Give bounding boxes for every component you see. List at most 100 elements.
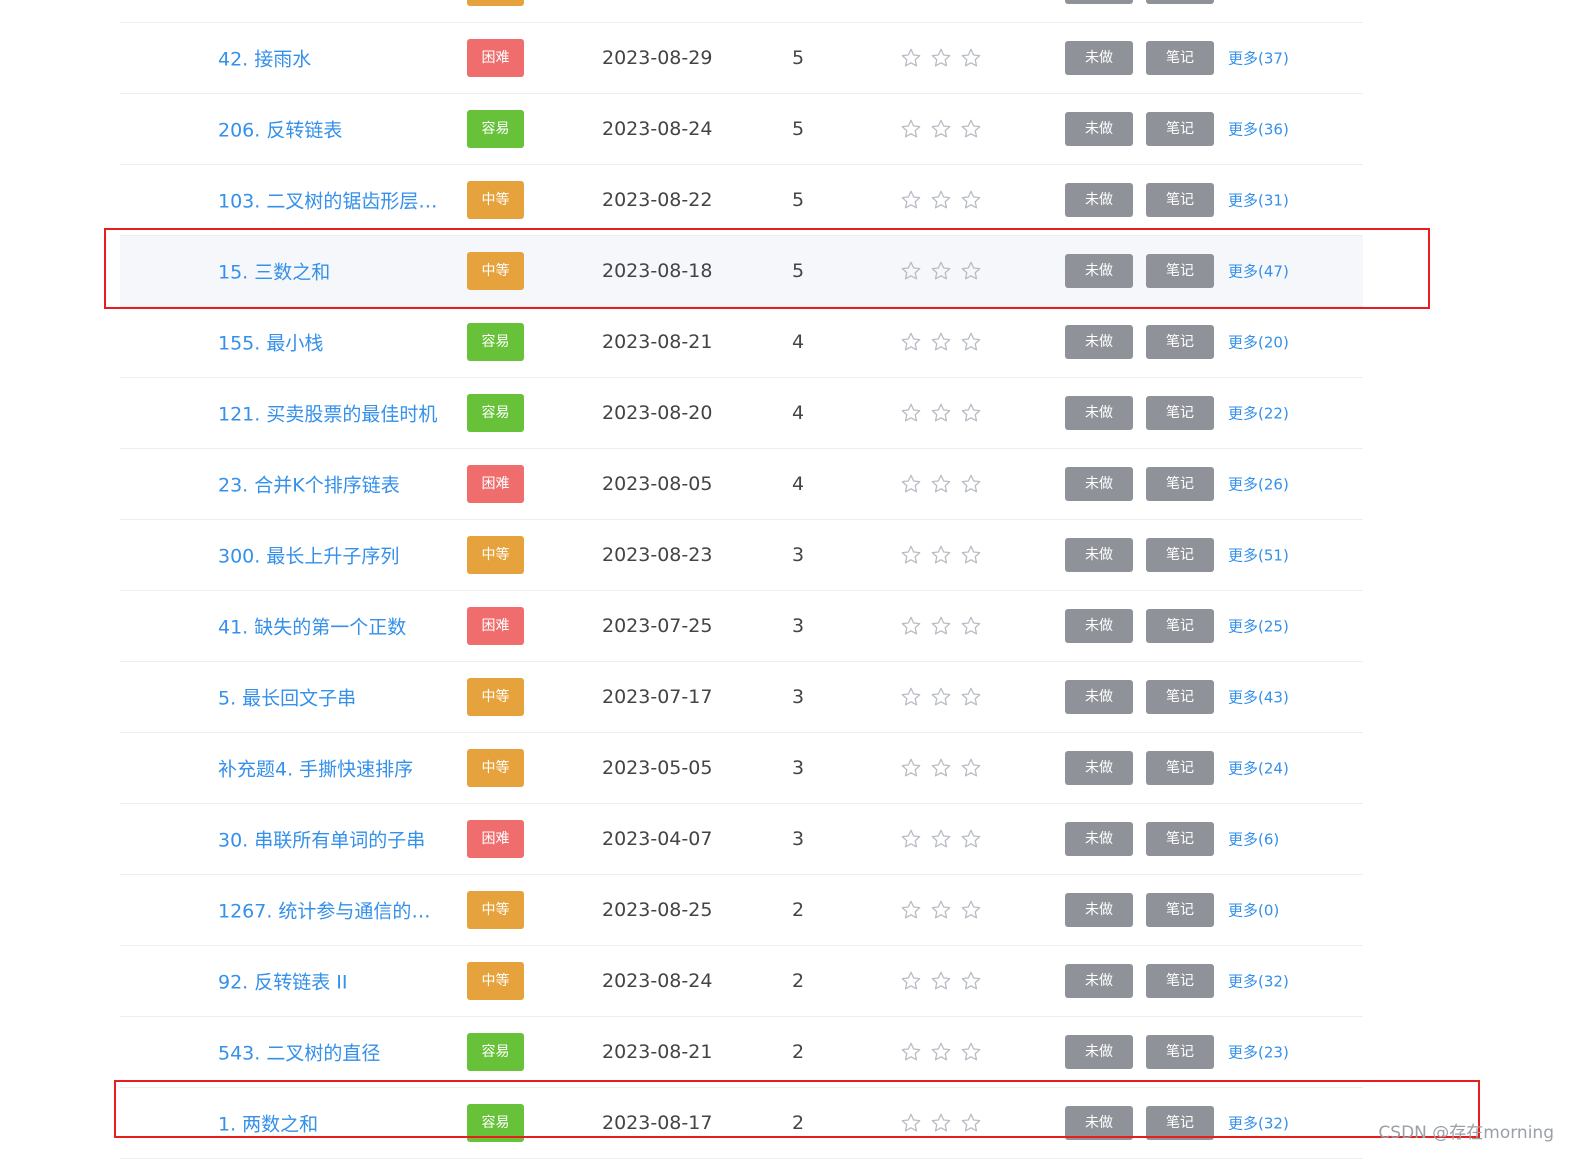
- star-icon[interactable]: [900, 260, 922, 282]
- note-button[interactable]: 笔记: [1146, 325, 1214, 359]
- note-button[interactable]: 笔记: [1146, 396, 1214, 430]
- star-icon[interactable]: [960, 189, 982, 211]
- star-icon[interactable]: [900, 189, 922, 211]
- note-button[interactable]: 笔记: [1146, 751, 1214, 785]
- star-icon[interactable]: [960, 402, 982, 424]
- star-rating[interactable]: [900, 1041, 982, 1063]
- status-button[interactable]: 未做: [1065, 609, 1133, 643]
- star-icon[interactable]: [930, 260, 952, 282]
- note-button[interactable]: 笔记: [1146, 893, 1214, 927]
- star-icon[interactable]: [930, 331, 952, 353]
- more-link[interactable]: 更多(47): [1228, 261, 1289, 282]
- note-button[interactable]: 笔记: [1146, 254, 1214, 288]
- star-icon[interactable]: [960, 899, 982, 921]
- star-rating[interactable]: [900, 615, 982, 637]
- star-rating[interactable]: [900, 757, 982, 779]
- star-rating[interactable]: [900, 970, 982, 992]
- star-icon[interactable]: [960, 260, 982, 282]
- more-link[interactable]: 更多(23): [1228, 1042, 1289, 1063]
- star-icon[interactable]: [900, 686, 922, 708]
- note-button[interactable]: 笔记: [1146, 964, 1214, 998]
- problem-title-link[interactable]: 103. 二叉树的锯齿形层次遍历: [218, 187, 446, 214]
- star-icon[interactable]: [900, 615, 922, 637]
- status-button[interactable]: 未做: [1065, 751, 1133, 785]
- status-button[interactable]: 未做: [1065, 0, 1133, 4]
- star-rating[interactable]: [900, 402, 982, 424]
- star-rating[interactable]: [900, 473, 982, 495]
- star-rating[interactable]: [900, 118, 982, 140]
- star-rating[interactable]: [900, 47, 982, 69]
- problem-title-link[interactable]: 1267. 统计参与通信的服务器: [218, 897, 446, 924]
- more-link[interactable]: 更多(37): [1228, 48, 1289, 69]
- more-link[interactable]: 更多(20): [1228, 332, 1289, 353]
- star-rating[interactable]: [900, 544, 982, 566]
- problem-title-link[interactable]: 23. 合并K个排序链表: [218, 471, 446, 498]
- star-icon[interactable]: [900, 757, 922, 779]
- star-rating[interactable]: [900, 828, 982, 850]
- star-icon[interactable]: [960, 47, 982, 69]
- more-link[interactable]: 更多(6): [1228, 829, 1279, 850]
- star-icon[interactable]: [960, 118, 982, 140]
- star-icon[interactable]: [900, 473, 922, 495]
- star-icon[interactable]: [960, 473, 982, 495]
- problem-title-link[interactable]: 155. 最小栈: [218, 329, 446, 356]
- more-link[interactable]: 更多(32): [1228, 971, 1289, 992]
- note-button[interactable]: 笔记: [1146, 467, 1214, 501]
- status-button[interactable]: 未做: [1065, 1106, 1133, 1140]
- star-rating[interactable]: [900, 899, 982, 921]
- star-icon[interactable]: [960, 331, 982, 353]
- star-icon[interactable]: [960, 1112, 982, 1134]
- status-button[interactable]: 未做: [1065, 893, 1133, 927]
- problem-title-link[interactable]: 206. 反转链表: [218, 116, 446, 143]
- status-button[interactable]: 未做: [1065, 822, 1133, 856]
- status-button[interactable]: 未做: [1065, 964, 1133, 998]
- problem-title-link[interactable]: 5. 最长回文子串: [218, 684, 446, 711]
- problem-title-link[interactable]: 1. 两数之和: [218, 1110, 446, 1137]
- problem-title-link[interactable]: 121. 买卖股票的最佳时机: [218, 400, 446, 427]
- status-button[interactable]: 未做: [1065, 538, 1133, 572]
- note-button[interactable]: 笔记: [1146, 1106, 1214, 1140]
- note-button[interactable]: 笔记: [1146, 680, 1214, 714]
- problem-title-link[interactable]: 15. 三数之和: [218, 258, 446, 285]
- status-button[interactable]: 未做: [1065, 680, 1133, 714]
- star-icon[interactable]: [930, 47, 952, 69]
- note-button[interactable]: 笔记: [1146, 183, 1214, 217]
- star-icon[interactable]: [900, 118, 922, 140]
- note-button[interactable]: 笔记: [1146, 112, 1214, 146]
- star-icon[interactable]: [900, 47, 922, 69]
- note-button[interactable]: 笔记: [1146, 538, 1214, 572]
- status-button[interactable]: 未做: [1065, 396, 1133, 430]
- star-icon[interactable]: [930, 899, 952, 921]
- more-link[interactable]: 更多(51): [1228, 545, 1289, 566]
- star-icon[interactable]: [930, 473, 952, 495]
- more-link[interactable]: 更多(22): [1228, 403, 1289, 424]
- status-button[interactable]: 未做: [1065, 325, 1133, 359]
- more-link[interactable]: 更多(32): [1228, 1113, 1289, 1134]
- star-icon[interactable]: [900, 899, 922, 921]
- note-button[interactable]: 笔记: [1146, 609, 1214, 643]
- star-icon[interactable]: [900, 828, 922, 850]
- star-rating[interactable]: [900, 686, 982, 708]
- more-link[interactable]: 更多(43): [1228, 687, 1289, 708]
- star-icon[interactable]: [930, 615, 952, 637]
- status-button[interactable]: 未做: [1065, 41, 1133, 75]
- more-link[interactable]: 更多(0): [1228, 900, 1279, 921]
- star-icon[interactable]: [930, 1041, 952, 1063]
- note-button[interactable]: 笔记: [1146, 0, 1214, 4]
- problem-title-link[interactable]: 543. 二叉树的直径: [218, 1039, 446, 1066]
- problem-title-link[interactable]: 300. 最长上升子序列: [218, 542, 446, 569]
- star-icon[interactable]: [960, 544, 982, 566]
- star-rating[interactable]: [900, 260, 982, 282]
- star-rating[interactable]: [900, 1112, 982, 1134]
- star-rating[interactable]: [900, 189, 982, 211]
- problem-title-link[interactable]: 30. 串联所有单词的子串: [218, 826, 446, 853]
- problem-title-link[interactable]: 41. 缺失的第一个正数: [218, 613, 446, 640]
- star-icon[interactable]: [930, 1112, 952, 1134]
- problem-title-link[interactable]: 92. 反转链表 II: [218, 968, 446, 995]
- status-button[interactable]: 未做: [1065, 1035, 1133, 1069]
- star-icon[interactable]: [960, 970, 982, 992]
- status-button[interactable]: 未做: [1065, 112, 1133, 146]
- star-icon[interactable]: [900, 970, 922, 992]
- more-link[interactable]: 更多(31): [1228, 190, 1289, 211]
- star-icon[interactable]: [960, 828, 982, 850]
